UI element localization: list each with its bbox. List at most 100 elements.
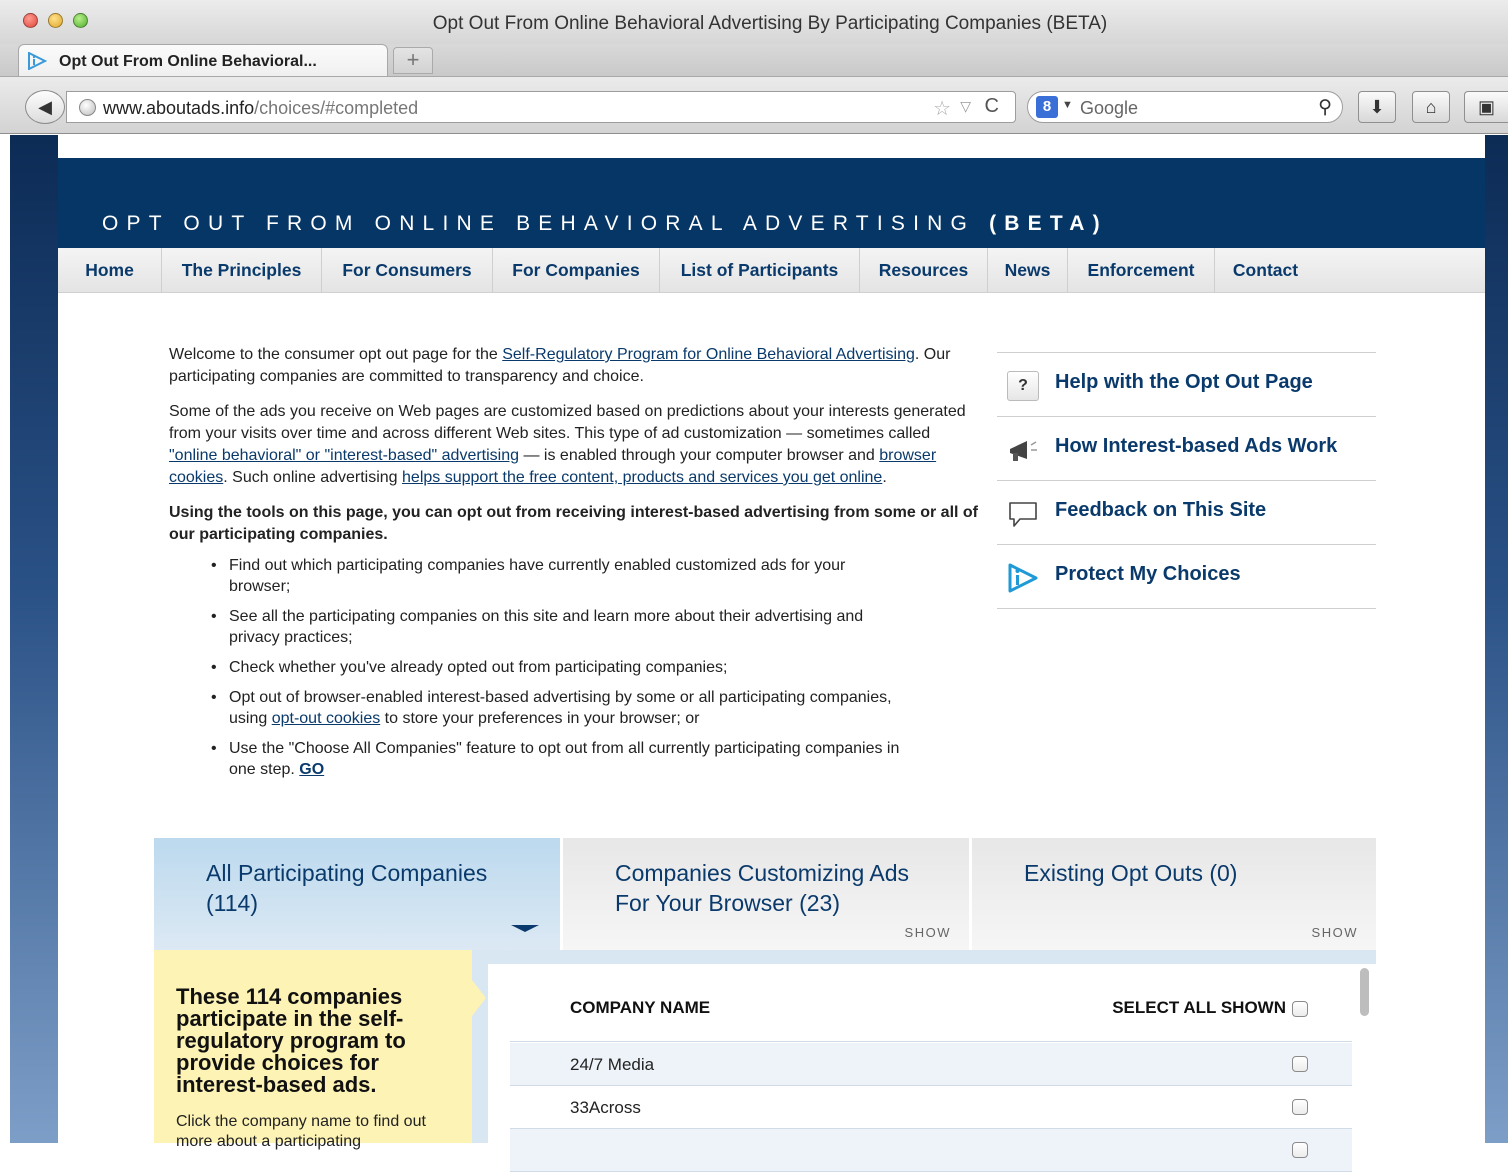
self-regulatory-program-link[interactable]: Self-Regulatory Program for Online Behav… bbox=[502, 346, 915, 363]
info-heading: These 114 companies participate in the s… bbox=[176, 984, 406, 1097]
select-all-checkbox[interactable] bbox=[1292, 1001, 1308, 1017]
magnifier-icon[interactable]: ⚲ bbox=[1318, 96, 1332, 119]
adchoices-favicon-icon bbox=[28, 52, 47, 70]
site-top-strip bbox=[58, 135, 1485, 158]
banner-title-main: OPT OUT FROM ONLINE BEHAVIORAL ADVERTISI… bbox=[102, 212, 976, 235]
intro-bullet-list: Find out which participating companies h… bbox=[211, 555, 901, 780]
free-content-link[interactable]: helps support the free content, products… bbox=[402, 469, 882, 486]
nav-contact[interactable]: Contact bbox=[1215, 248, 1316, 293]
globe-icon bbox=[79, 99, 96, 116]
list-item: See all the participating companies on t… bbox=[211, 606, 901, 648]
window-close-button[interactable] bbox=[23, 13, 38, 28]
search-engine-icon[interactable]: 8 bbox=[1036, 96, 1058, 118]
list-item: Opt out of browser-enabled interest-base… bbox=[211, 687, 901, 729]
side-links: ? Help with the Opt Out Page How Interes… bbox=[997, 352, 1376, 609]
new-tab-button[interactable]: + bbox=[393, 47, 433, 74]
site-banner: OPT OUT FROM ONLINE BEHAVIORAL ADVERTISI… bbox=[58, 158, 1485, 248]
url-text[interactable]: www.aboutads.info/choices/#completed bbox=[103, 98, 418, 119]
company-checkbox[interactable] bbox=[1292, 1099, 1308, 1115]
side-link-label[interactable]: Help with the Opt Out Page bbox=[1055, 371, 1313, 394]
adchoices-icon bbox=[1008, 563, 1038, 593]
navigation-toolbar: ◀ www.aboutads.info/choices/#completed ☆… bbox=[0, 76, 1508, 134]
intro-text-segment: Use the "Choose All Companies" feature t… bbox=[229, 740, 900, 778]
tab-show-link[interactable]: SHOW bbox=[905, 925, 951, 940]
banner-title-suffix: (BETA) bbox=[989, 212, 1108, 235]
search-engine-caret-icon[interactable]: ▼ bbox=[1062, 99, 1073, 111]
tab-label: Companies Customizing Ads For Your Brows… bbox=[615, 860, 910, 916]
window-minimize-button[interactable] bbox=[48, 13, 63, 28]
company-list-scrollbar[interactable] bbox=[1360, 968, 1369, 1016]
nav-home[interactable]: Home bbox=[58, 248, 162, 293]
intro-text-segment: — is enabled through your computer brows… bbox=[519, 447, 880, 464]
tab-companies-customizing[interactable]: Companies Customizing Ads For Your Brows… bbox=[563, 838, 969, 950]
table-row: 33Across bbox=[510, 1086, 1352, 1129]
nav-news[interactable]: News bbox=[988, 248, 1068, 293]
tab-label: All Participating Companies (114) bbox=[206, 860, 488, 916]
search-input[interactable]: Google bbox=[1080, 98, 1138, 119]
bookmark-star-icon[interactable]: ☆ bbox=[933, 96, 951, 121]
history-dropdown-icon[interactable]: ▽ bbox=[960, 98, 971, 115]
side-link-help[interactable]: ? Help with the Opt Out Page bbox=[997, 353, 1376, 417]
tab-strip: Opt Out From Online Behavioral... + bbox=[0, 44, 1508, 78]
download-button[interactable]: ⬇ bbox=[1358, 91, 1396, 123]
intro-text-segment: Welcome to the consumer opt out page for… bbox=[169, 346, 503, 363]
nav-for-companies[interactable]: For Companies bbox=[493, 248, 660, 293]
nav-resources[interactable]: Resources bbox=[860, 248, 988, 293]
nav-the-principles[interactable]: The Principles bbox=[162, 248, 322, 293]
intro-text: Welcome to the consumer opt out page for… bbox=[169, 344, 979, 789]
tab-show-link[interactable]: SHOW bbox=[1312, 925, 1358, 940]
side-link-feedback[interactable]: Feedback on This Site bbox=[997, 481, 1376, 545]
banner-title: OPT OUT FROM ONLINE BEHAVIORAL ADVERTISI… bbox=[102, 212, 1108, 236]
intro-text-segment: Some of the ads you receive on Web pages… bbox=[169, 403, 966, 442]
nav-enforcement[interactable]: Enforcement bbox=[1068, 248, 1215, 293]
intro-text-segment: to store your preferences in your browse… bbox=[380, 710, 700, 727]
main-navigation: Home The Principles For Consumers For Co… bbox=[58, 248, 1485, 293]
intro-paragraph-welcome: Welcome to the consumer opt out page for… bbox=[169, 344, 979, 388]
list-item: Use the "Choose All Companies" feature t… bbox=[211, 738, 901, 780]
home-button[interactable]: ⌂ bbox=[1412, 91, 1450, 123]
column-header-select-all: SELECT ALL SHOWN bbox=[1112, 998, 1286, 1017]
search-bar[interactable]: 8 ▼ Google ⚲ bbox=[1027, 91, 1343, 123]
browser-tab-active[interactable]: Opt Out From Online Behavioral... bbox=[18, 44, 388, 78]
nav-list-of-participants[interactable]: List of Participants bbox=[660, 248, 860, 293]
go-link[interactable]: GO bbox=[299, 761, 324, 778]
browser-tab-label: Opt Out From Online Behavioral... bbox=[59, 53, 317, 70]
reload-icon[interactable]: C bbox=[985, 95, 999, 118]
url-host: www.aboutads.info bbox=[103, 98, 255, 118]
company-list-header: COMPANY NAME SELECT ALL SHOWN bbox=[510, 964, 1352, 1042]
company-name-link[interactable]: 24/7 Media bbox=[570, 1055, 654, 1075]
bookmarks-button[interactable]: ▣ bbox=[1464, 91, 1508, 123]
intro-paragraph-tools: Using the tools on this page, you can op… bbox=[169, 504, 979, 543]
side-link-protect-my-choices[interactable]: Protect My Choices bbox=[997, 545, 1376, 609]
table-row: 24/7 Media bbox=[510, 1043, 1352, 1086]
window-titlebar: Opt Out From Online Behavioral Advertisi… bbox=[0, 0, 1508, 44]
info-box-pointer bbox=[472, 980, 486, 1016]
opt-out-tabs: All Participating Companies (114) Compan… bbox=[154, 838, 1376, 950]
list-item: Check whether you've already opted out f… bbox=[211, 657, 901, 678]
intro-text-segment: . bbox=[882, 469, 887, 486]
list-item: Find out which participating companies h… bbox=[211, 555, 901, 597]
company-checkbox[interactable] bbox=[1292, 1142, 1308, 1158]
site-content: OPT OUT FROM ONLINE BEHAVIORAL ADVERTISI… bbox=[58, 135, 1485, 1172]
company-name-link[interactable]: 33Across bbox=[570, 1098, 641, 1118]
info-text: Click the company name to find out more … bbox=[176, 1113, 426, 1150]
intro-paragraph-ads: Some of the ads you receive on Web pages… bbox=[169, 401, 979, 489]
opt-out-cookies-link[interactable]: opt-out cookies bbox=[272, 710, 381, 727]
home-icon: ⌂ bbox=[1425, 97, 1437, 117]
address-bar[interactable]: www.aboutads.info/choices/#completed ☆ ▽… bbox=[66, 91, 1016, 123]
nav-for-consumers[interactable]: For Consumers bbox=[322, 248, 493, 293]
tab-existing-opt-outs[interactable]: Existing Opt Outs (0) SHOW bbox=[972, 838, 1376, 950]
url-path: /choices/#completed bbox=[254, 98, 419, 118]
active-tab-caret-icon bbox=[511, 925, 539, 932]
online-behavioral-link[interactable]: "online behavioral" or "interest-based" … bbox=[169, 447, 519, 464]
column-header-company-name: COMPANY NAME bbox=[570, 998, 711, 1017]
tab-body: These 114 companies participate in the s… bbox=[154, 950, 1376, 1172]
side-link-label[interactable]: Feedback on This Site bbox=[1055, 499, 1266, 522]
back-button[interactable]: ◀ bbox=[25, 90, 65, 124]
window-zoom-button[interactable] bbox=[73, 13, 88, 28]
tab-all-participating[interactable]: All Participating Companies (114) bbox=[154, 838, 560, 950]
side-link-label[interactable]: How Interest-based Ads Work bbox=[1055, 435, 1337, 458]
side-link-how-ads-work[interactable]: How Interest-based Ads Work bbox=[997, 417, 1376, 481]
company-checkbox[interactable] bbox=[1292, 1056, 1308, 1072]
side-link-label[interactable]: Protect My Choices bbox=[1055, 563, 1241, 586]
